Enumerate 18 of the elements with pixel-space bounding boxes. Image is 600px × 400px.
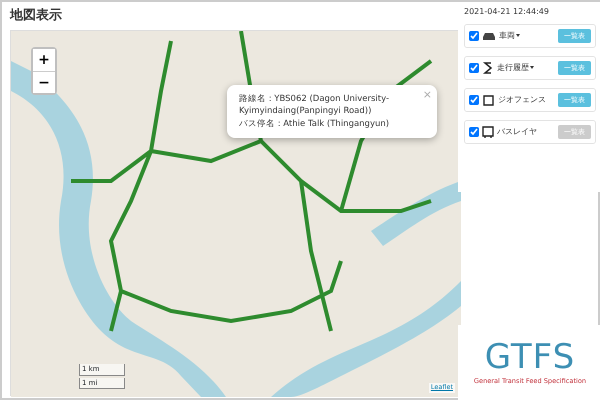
bus-icon (482, 126, 494, 138)
car-icon (482, 32, 496, 40)
layer-checkbox[interactable] (469, 95, 479, 105)
layer-label: バスレイヤ (497, 126, 538, 138)
logo-wordmark: GTFS (484, 340, 576, 374)
path-icon (482, 62, 494, 74)
timestamp: 2021-04-21 12:44:49 (464, 6, 550, 18)
popup-text: 路線名 : YBS062 (Dagon University-Kyimyindaing(Panpingyi Road)) (239, 93, 390, 118)
layer-checkbox[interactable] (469, 127, 479, 137)
layer-checkbox[interactable] (469, 63, 479, 73)
layer-label[interactable]: 走行履歴 (497, 62, 555, 74)
polygon-icon (482, 94, 495, 106)
layer-label: ジオフェンス (498, 94, 547, 106)
layer-checkbox[interactable] (469, 31, 479, 41)
page-title: 地図表示 (10, 7, 62, 25)
layer-label[interactable]: 車両 (499, 30, 555, 42)
zoom-out-button[interactable]: − (33, 71, 55, 93)
popup-text: バス停名 : Athie Talk (Thingangyun) (239, 118, 390, 130)
